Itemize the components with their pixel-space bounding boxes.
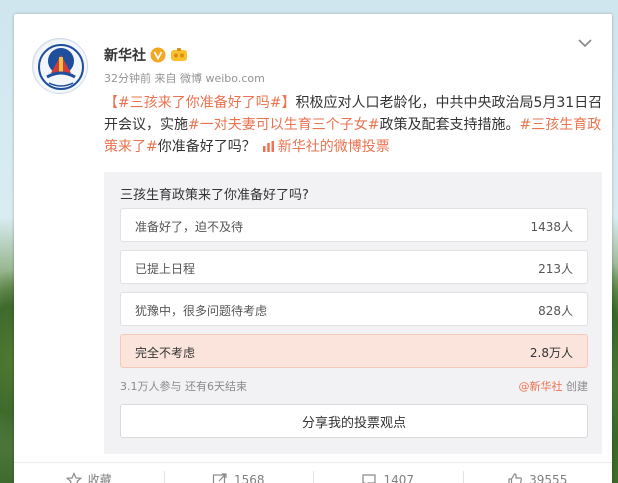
comment-icon	[362, 473, 377, 483]
poll-creator-name[interactable]: @新华社	[519, 380, 563, 393]
poll-option[interactable]: 准备好了，迫不及待 1438人	[120, 208, 588, 242]
avatar[interactable]	[32, 38, 88, 94]
post-text: 【#三孩来了你准备好了吗#】积极应对人口老龄化，中共中央政治局5月31日召开会议…	[104, 92, 606, 158]
repost-button[interactable]: 1568	[163, 463, 314, 483]
post-meta: 32分钟前 来自 微博 weibo.com	[104, 72, 265, 85]
poll-option-label: 已提上日程	[135, 262, 196, 276]
verified-icon	[150, 47, 166, 63]
chevron-down-icon[interactable]	[576, 34, 594, 52]
like-button[interactable]: 39555	[462, 463, 613, 483]
poll-option-count: 213人	[538, 262, 573, 276]
like-count: 39555	[529, 472, 568, 483]
poll-box: 三孩生育政策来了你准备好了吗? 准备好了，迫不及待 1438人 已提上日程 21…	[104, 172, 602, 454]
favorite-button[interactable]: 收藏	[14, 463, 164, 483]
repost-icon	[212, 472, 227, 483]
poll-option-count: 2.8万人	[529, 346, 573, 360]
post-text-segment: 你准备好了吗？	[157, 139, 256, 155]
poll-link-label: 新华社的微博投票	[277, 139, 390, 155]
post-text-segment[interactable]: 【#三孩来了你准备好了吗#】	[104, 95, 295, 111]
post-text-segment: 政策及配套支持措施。	[379, 117, 520, 133]
poll-option[interactable]: 犹豫中，很多问题待考虑 828人	[120, 292, 588, 326]
poll-option[interactable]: 完全不考虑 2.8万人	[120, 334, 588, 368]
poll-option-count: 828人	[538, 304, 573, 318]
star-icon	[65, 471, 82, 483]
poll-option-label: 完全不考虑	[135, 346, 196, 360]
vip-icon[interactable]	[170, 47, 188, 63]
comment-count: 1407	[383, 472, 415, 483]
poll-option-count: 1438人	[530, 220, 573, 234]
like-icon	[508, 472, 523, 483]
poll-option-label: 准备好了，迫不及待	[135, 220, 244, 234]
comment-button[interactable]: 1407	[313, 463, 463, 483]
post-text-segment[interactable]: #一对夫妻可以生育三个子女#	[188, 117, 379, 133]
action-bar: 收藏 1568 1407 39555	[14, 462, 612, 483]
poll-option[interactable]: 已提上日程 213人	[120, 250, 588, 284]
poll-link[interactable]: 新华社的微博投票	[256, 139, 390, 155]
poll-question: 三孩生育政策来了你准备好了吗?	[120, 188, 309, 203]
poll-option-label: 犹豫中，很多问题待考虑	[135, 304, 268, 318]
author-name[interactable]: 新华社	[104, 45, 146, 65]
favorite-label: 收藏	[87, 473, 112, 483]
xinhua-logo	[34, 40, 87, 93]
weibo-post-card: 新华社 32分钟前 来自 微博 weibo.com 【#三孩来了你准备好了吗#】…	[14, 14, 612, 483]
repost-count: 1568	[233, 472, 265, 483]
poll-icon	[262, 141, 274, 152]
poll-creator-suffix: 创建	[562, 380, 588, 393]
author-row: 新华社	[104, 45, 188, 65]
poll-creator: @新华社 创建	[519, 378, 589, 394]
share-vote-button[interactable]: 分享我的投票观点	[120, 404, 588, 438]
poll-stats: 3.1万人参与 还有6天结束	[120, 380, 247, 393]
